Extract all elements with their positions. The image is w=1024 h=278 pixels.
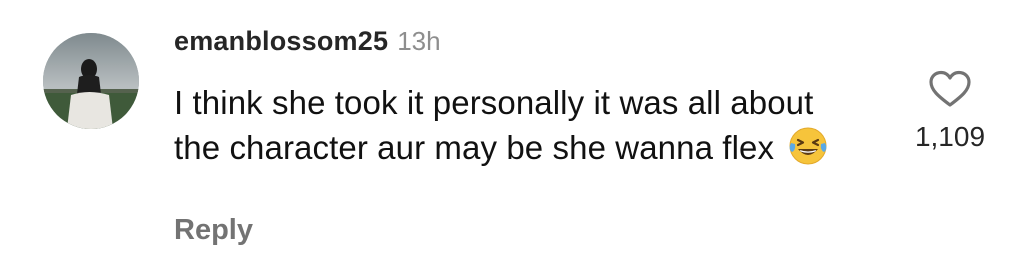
comment-header: emanblossom25 13h — [174, 26, 441, 66]
comment-text-container: I think she took it personally it was al… — [174, 80, 854, 170]
like-button[interactable] — [928, 69, 972, 109]
avatar-image — [43, 33, 139, 129]
reply-button[interactable]: Reply — [174, 214, 253, 247]
heart-outline-icon — [929, 70, 971, 107]
face-with-tears-of-joy-icon — [787, 125, 829, 167]
avatar[interactable] — [43, 33, 139, 129]
comment-text: I think she took it personally it was al… — [174, 84, 814, 166]
like-count: 1,109 — [914, 121, 986, 152]
comment: emanblossom25 13h I think she took it pe… — [0, 0, 1024, 278]
timestamp: 13h — [397, 26, 441, 56]
username[interactable]: emanblossom25 — [174, 26, 388, 57]
